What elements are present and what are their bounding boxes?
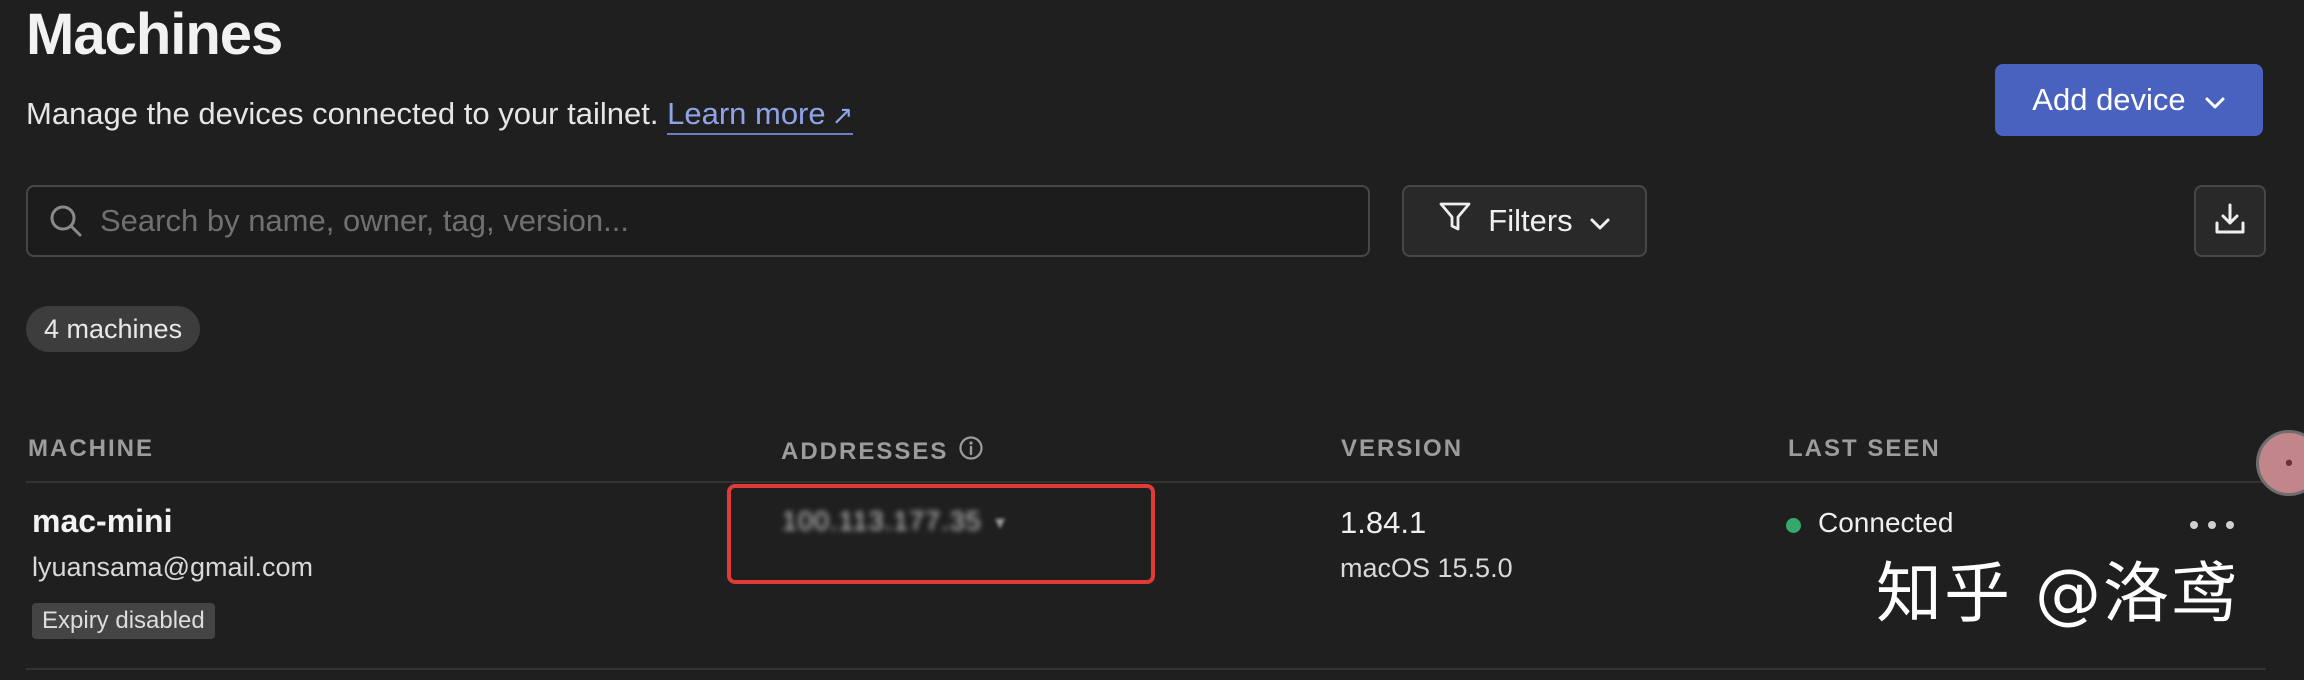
subtitle-text: Manage the devices connected to your tai… — [26, 96, 659, 131]
column-header-label: VERSION — [1341, 435, 1464, 462]
export-button[interactable] — [2194, 185, 2266, 257]
table-header-divider — [26, 481, 2266, 483]
machine-os: macOS 15.5.0 — [1340, 553, 1513, 583]
column-header-version[interactable]: VERSION — [1341, 435, 1463, 463]
chevron-down-icon — [1589, 203, 1611, 239]
filters-label: Filters — [1488, 203, 1573, 238]
floating-helper-icon[interactable]: • — [2256, 430, 2304, 496]
download-icon — [2212, 201, 2248, 242]
watermark: 知乎 @洛鸢 — [1876, 555, 2239, 632]
column-header-last-seen[interactable]: LAST SEEN — [1788, 435, 1941, 463]
last-seen-status: Connected — [1818, 507, 1954, 538]
filter-icon — [1438, 200, 1472, 242]
more-icon[interactable] — [2190, 510, 2234, 540]
page-title: Machines — [26, 2, 283, 67]
chevron-down-icon[interactable]: ▾ — [995, 510, 1005, 535]
machine-owner: lyuansama@gmail.com — [32, 552, 314, 582]
column-header-label: LAST SEEN — [1788, 435, 1941, 462]
machine-name[interactable]: mac-mini — [32, 503, 172, 540]
chevron-down-icon — [2204, 82, 2226, 118]
learn-more-label: Learn more — [667, 96, 826, 131]
expiry-badge: Expiry disabled — [32, 603, 215, 639]
machine-count-badge: 4 machines — [26, 306, 201, 352]
column-header-machine[interactable]: MACHINE — [28, 435, 154, 463]
filters-button[interactable]: Filters — [1402, 185, 1647, 257]
add-device-label: Add device — [2032, 82, 2186, 117]
search-icon — [46, 201, 86, 241]
machine-version: 1.84.1 — [1340, 505, 1427, 540]
column-header-addresses[interactable]: ADDRESSES — [781, 435, 984, 468]
status-dot — [1786, 518, 1801, 533]
info-icon[interactable] — [958, 435, 984, 468]
external-link-icon: ↗ — [831, 100, 854, 130]
search-input[interactable]: Search by name, owner, tag, version... — [26, 185, 1370, 257]
add-device-button[interactable]: Add device — [1995, 64, 2263, 136]
search-placeholder: Search by name, owner, tag, version... — [100, 203, 629, 238]
learn-more-link[interactable]: Learn more ↗ — [667, 96, 854, 135]
machine-address[interactable]: 100.113.177.35 — [782, 506, 982, 537]
page-subtitle: Manage the devices connected to your tai… — [26, 94, 854, 135]
column-header-label: ADDRESSES — [781, 437, 949, 465]
row-divider — [26, 668, 2266, 670]
column-header-label: MACHINE — [28, 435, 154, 462]
